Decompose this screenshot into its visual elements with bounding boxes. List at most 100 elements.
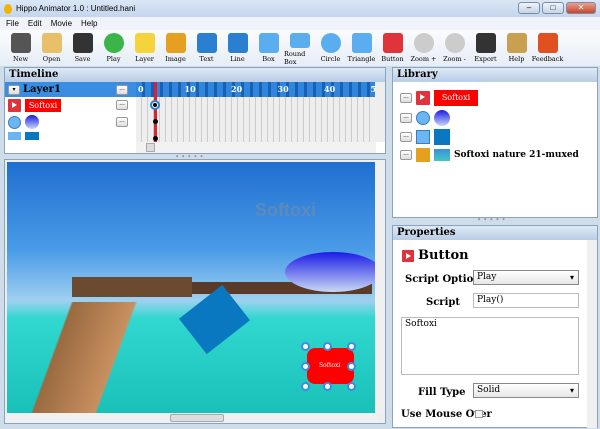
circle-icon: [320, 33, 341, 53]
resize-handle[interactable]: [301, 362, 310, 371]
splitter-handle[interactable]: •••••: [477, 216, 508, 224]
toolbar-circle-button[interactable]: Circle: [315, 30, 346, 66]
use-mouse-over-checkbox[interactable]: [475, 410, 483, 418]
script-input[interactable]: Play(): [473, 293, 579, 308]
resize-handle[interactable]: [323, 342, 332, 351]
layer-collapse-toggle[interactable]: ▾: [8, 84, 20, 95]
playhead[interactable]: [154, 82, 157, 142]
toolbar-zoom-button[interactable]: Zoom +: [408, 30, 439, 66]
toolbar-label: Feedback: [531, 55, 564, 63]
menu-bar: File Edit Movie Help: [0, 17, 600, 30]
timeline-button-thumb[interactable]: Softoxi: [25, 99, 61, 112]
image-icon: [165, 33, 186, 53]
button-text-area[interactable]: Softoxi: [401, 317, 579, 375]
layer-name: Layer1: [23, 84, 61, 95]
layer-row[interactable]: ▾ Layer1 ...: [5, 82, 136, 97]
library-item-options[interactable]: ...: [400, 93, 412, 103]
stage-canvas[interactable]: Softoxi Softoxi: [7, 162, 375, 414]
toolbar-help-button[interactable]: Help: [501, 30, 532, 66]
minimize-button[interactable]: –: [518, 2, 540, 14]
script-label: Script: [426, 297, 460, 308]
library-item-options[interactable]: ...: [400, 150, 412, 160]
library-image-name: Softoxi nature 21-muxed: [454, 150, 579, 160]
toolbar-round-box-button[interactable]: Round Box: [284, 30, 315, 66]
toolbar-image-button[interactable]: Image: [160, 30, 191, 66]
keyframe-selected[interactable]: [150, 100, 160, 110]
menu-movie[interactable]: Movie: [51, 19, 72, 28]
toolbar-layer-button[interactable]: Layer: [129, 30, 160, 66]
feedback-icon: [537, 33, 558, 53]
stage-hscrollbar[interactable]: [5, 413, 377, 423]
box-shape-icon: [416, 130, 430, 144]
box-icon: [258, 33, 279, 53]
gradient-circle-thumb[interactable]: [25, 115, 39, 129]
toolbar-label: Circle: [320, 55, 341, 63]
timeline-title: Timeline: [5, 68, 385, 82]
resize-handle[interactable]: [323, 382, 332, 391]
library-item-options[interactable]: ...: [400, 113, 412, 123]
resize-handle[interactable]: [347, 382, 356, 391]
menu-help[interactable]: Help: [81, 19, 97, 28]
menu-edit[interactable]: Edit: [28, 19, 42, 28]
script-options-select[interactable]: Play: [473, 270, 579, 285]
image-thumb[interactable]: [434, 149, 450, 161]
folder-icon: [41, 33, 62, 53]
toolbar-text-button[interactable]: Text: [191, 30, 222, 66]
timeline-vscrollbar[interactable]: [375, 82, 385, 142]
library-panel: Library ... Softoxi ... ... ... Softoxi na…: [392, 67, 598, 218]
resort-huts-image: [72, 277, 192, 297]
toolbar-label: Line: [230, 55, 245, 63]
toolbar-box-button[interactable]: Box: [253, 30, 284, 66]
menu-file[interactable]: File: [6, 19, 19, 28]
layer-icon: [134, 33, 155, 53]
properties-scrollbar[interactable]: [587, 240, 597, 428]
boardwalk-image: [7, 302, 177, 414]
button-icon: [382, 33, 403, 53]
close-button[interactable]: ✕: [566, 2, 596, 14]
toolbar-label: Open: [42, 55, 61, 63]
maximize-button[interactable]: □: [542, 2, 564, 14]
gradient-circle-thumb[interactable]: [434, 110, 450, 126]
toolbar-label: New: [12, 55, 29, 63]
toolbar-feedback-button[interactable]: Feedback: [532, 30, 563, 66]
library-item-options[interactable]: ...: [400, 132, 412, 142]
stage-vscrollbar[interactable]: [375, 160, 385, 414]
resize-handle[interactable]: [301, 342, 310, 351]
row-options-button[interactable]: ...: [116, 100, 128, 110]
toolbar-export-button[interactable]: Export: [470, 30, 501, 66]
row-options-button[interactable]: ...: [116, 117, 128, 127]
toolbar-triangle-button[interactable]: Triangle: [346, 30, 377, 66]
box-thumb[interactable]: [434, 129, 450, 145]
circle-shape-icon: [8, 115, 21, 129]
fill-type-select[interactable]: Solid: [473, 383, 579, 398]
toolbar-open-button[interactable]: Open: [36, 30, 67, 66]
gradient-ellipse-shape[interactable]: [285, 252, 375, 292]
line-icon: [227, 33, 248, 53]
toolbar-play-button[interactable]: Play: [98, 30, 129, 66]
toolbar-button-button[interactable]: Button: [377, 30, 408, 66]
new-icon: [10, 33, 31, 53]
zoom-out-icon: [444, 33, 465, 53]
toolbar-new-button[interactable]: New: [5, 30, 36, 66]
library-button-thumb[interactable]: Softoxi: [434, 90, 478, 106]
object-type: Button: [418, 248, 469, 263]
properties-panel: Properties Button Script Options Play Sc…: [392, 225, 598, 428]
resize-handle[interactable]: [301, 382, 310, 391]
timeline-frames[interactable]: 01020304050: [136, 82, 376, 142]
round-box-icon: [289, 33, 310, 48]
image-icon: [416, 148, 430, 162]
toolbar-label: Box: [262, 55, 275, 63]
toolbar-line-button[interactable]: Line: [222, 30, 253, 66]
toolbar-zoom-button[interactable]: Zoom -: [439, 30, 470, 66]
box-thumb[interactable]: [25, 132, 39, 140]
layer-options-button[interactable]: ...: [116, 84, 128, 95]
toolbar-label: Play: [106, 55, 121, 63]
toolbar-save-button[interactable]: Save: [67, 30, 98, 66]
circle-shape-icon: [416, 111, 430, 125]
keyframe[interactable]: [153, 136, 158, 141]
button-icon: [416, 91, 430, 105]
keyframe[interactable]: [153, 119, 158, 124]
resize-handle[interactable]: [347, 342, 356, 351]
resize-handle[interactable]: [347, 362, 356, 371]
timeline-hscrollbar[interactable]: [136, 142, 376, 153]
